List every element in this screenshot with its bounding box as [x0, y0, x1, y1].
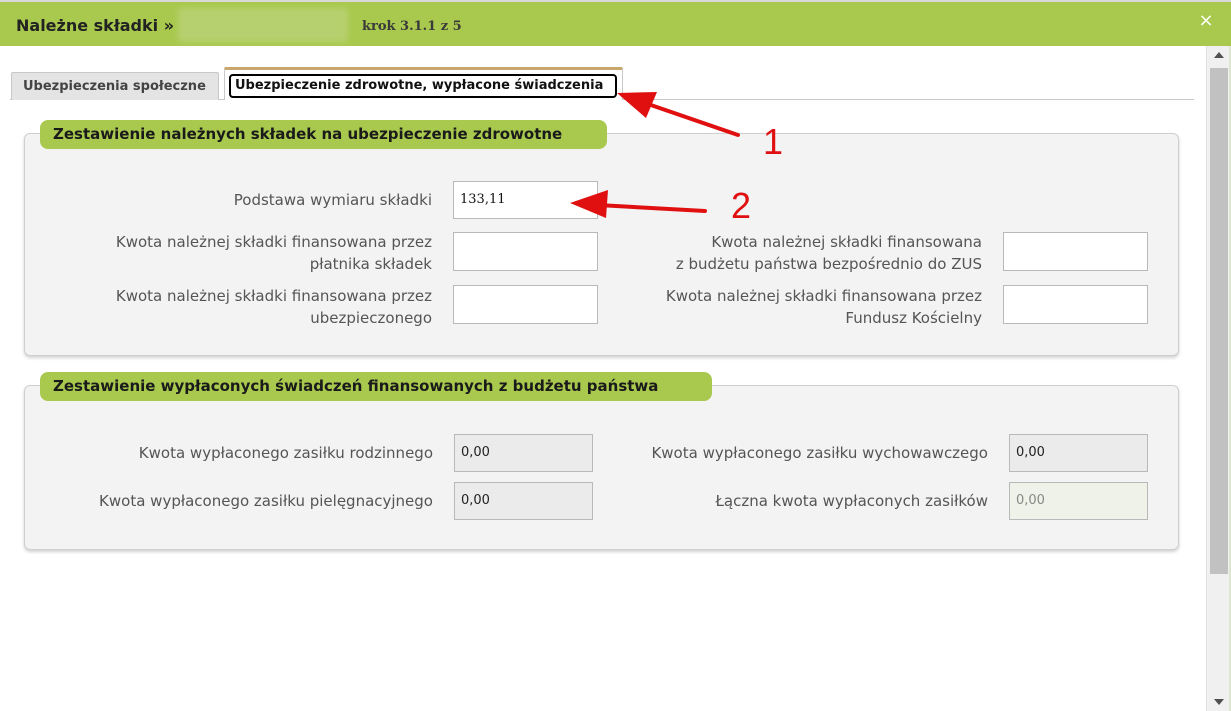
- zasilek-pielegnacyjny-field: 0,00: [454, 482, 593, 520]
- panel-wyplacone-swiadczenia: [24, 385, 1179, 550]
- kwota-budzet-input[interactable]: [1003, 232, 1148, 271]
- tab-ubezpieczenie-zdrowotne[interactable]: Ubezpieczenie zdrowotne, wypłacone świad…: [224, 67, 623, 100]
- redacted-name: [178, 8, 348, 42]
- scroll-down-icon[interactable]: [1214, 699, 1224, 705]
- label-podstawa-wymiaru: Podstawa wymiaru składki: [233, 191, 432, 209]
- close-icon[interactable]: ×: [1196, 11, 1216, 31]
- kwota-ubezpieczonego-input[interactable]: [453, 285, 598, 324]
- podstawa-wymiaru-input[interactable]: 133,11: [453, 181, 598, 219]
- kwota-fundusz-input[interactable]: [1003, 285, 1148, 324]
- label-zasilek-rodzinny: Kwota wypłaconego zasiłku rodzinnego: [138, 444, 433, 462]
- dialog-title: Należne składki »: [16, 16, 175, 35]
- label-line: Kwota należnej składki finansowana: [711, 233, 982, 251]
- label-line: Kwota należnej składki finansowana przez: [665, 287, 982, 305]
- label-line: ubezpieczonego: [310, 309, 432, 327]
- label-laczna-kwota: Łączna kwota wypłaconych zasiłków: [715, 492, 988, 510]
- kwota-platnika-input[interactable]: [453, 232, 598, 271]
- zasilek-rodzinny-field: 0,00: [454, 434, 593, 472]
- vertical-scrollbar[interactable]: [1206, 46, 1231, 711]
- label-zasilek-wychowawczy: Kwota wypłaconego zasiłku wychowawczego: [651, 444, 988, 462]
- label-line: płatnika składek: [309, 255, 432, 273]
- label-kwota-ubezpieczonego: Kwota należnej składki finansowana przez…: [60, 285, 432, 329]
- zasilek-wychowawczy-field: 0,00: [1009, 434, 1148, 472]
- label-zasilek-pielegnacyjny: Kwota wypłaconego zasiłku pielęgnacyjneg…: [99, 492, 433, 510]
- scroll-up-icon[interactable]: [1214, 52, 1224, 58]
- section-heading-skladki: Zestawienie należnych składek na ubezpie…: [40, 120, 607, 149]
- step-indicator: krok 3.1.1 z 5: [362, 19, 462, 34]
- scroll-thumb[interactable]: [1210, 68, 1228, 574]
- label-kwota-fundusz: Kwota należnej składki finansowana przez…: [620, 285, 982, 329]
- tab-active-label: Ubezpieczenie zdrowotne, wypłacone świad…: [229, 74, 617, 98]
- section-heading-swiadczenia: Zestawienie wypłaconych świadczeń finans…: [40, 372, 712, 401]
- tab-ubezpieczenia-spoleczne[interactable]: Ubezpieczenia społeczne: [11, 72, 219, 100]
- dialog-titlebar: Należne składki » krok 3.1.1 z 5 ×: [0, 0, 1231, 46]
- label-line: z budżetu państwa bezpośrednio do ZUS: [675, 255, 982, 273]
- label-line: Kwota należnej składki finansowana przez: [115, 287, 432, 305]
- label-kwota-platnika: Kwota należnej składki finansowana przez…: [60, 231, 432, 275]
- annotation-number-2: 2: [731, 185, 752, 226]
- label-kwota-budzet: Kwota należnej składki finansowana z bud…: [620, 231, 982, 275]
- label-line: Kwota należnej składki finansowana przez: [115, 233, 432, 251]
- label-line: Fundusz Kościelny: [845, 309, 982, 327]
- laczna-kwota-field: 0,00: [1009, 482, 1148, 520]
- annotation-number-1: 1: [763, 121, 784, 162]
